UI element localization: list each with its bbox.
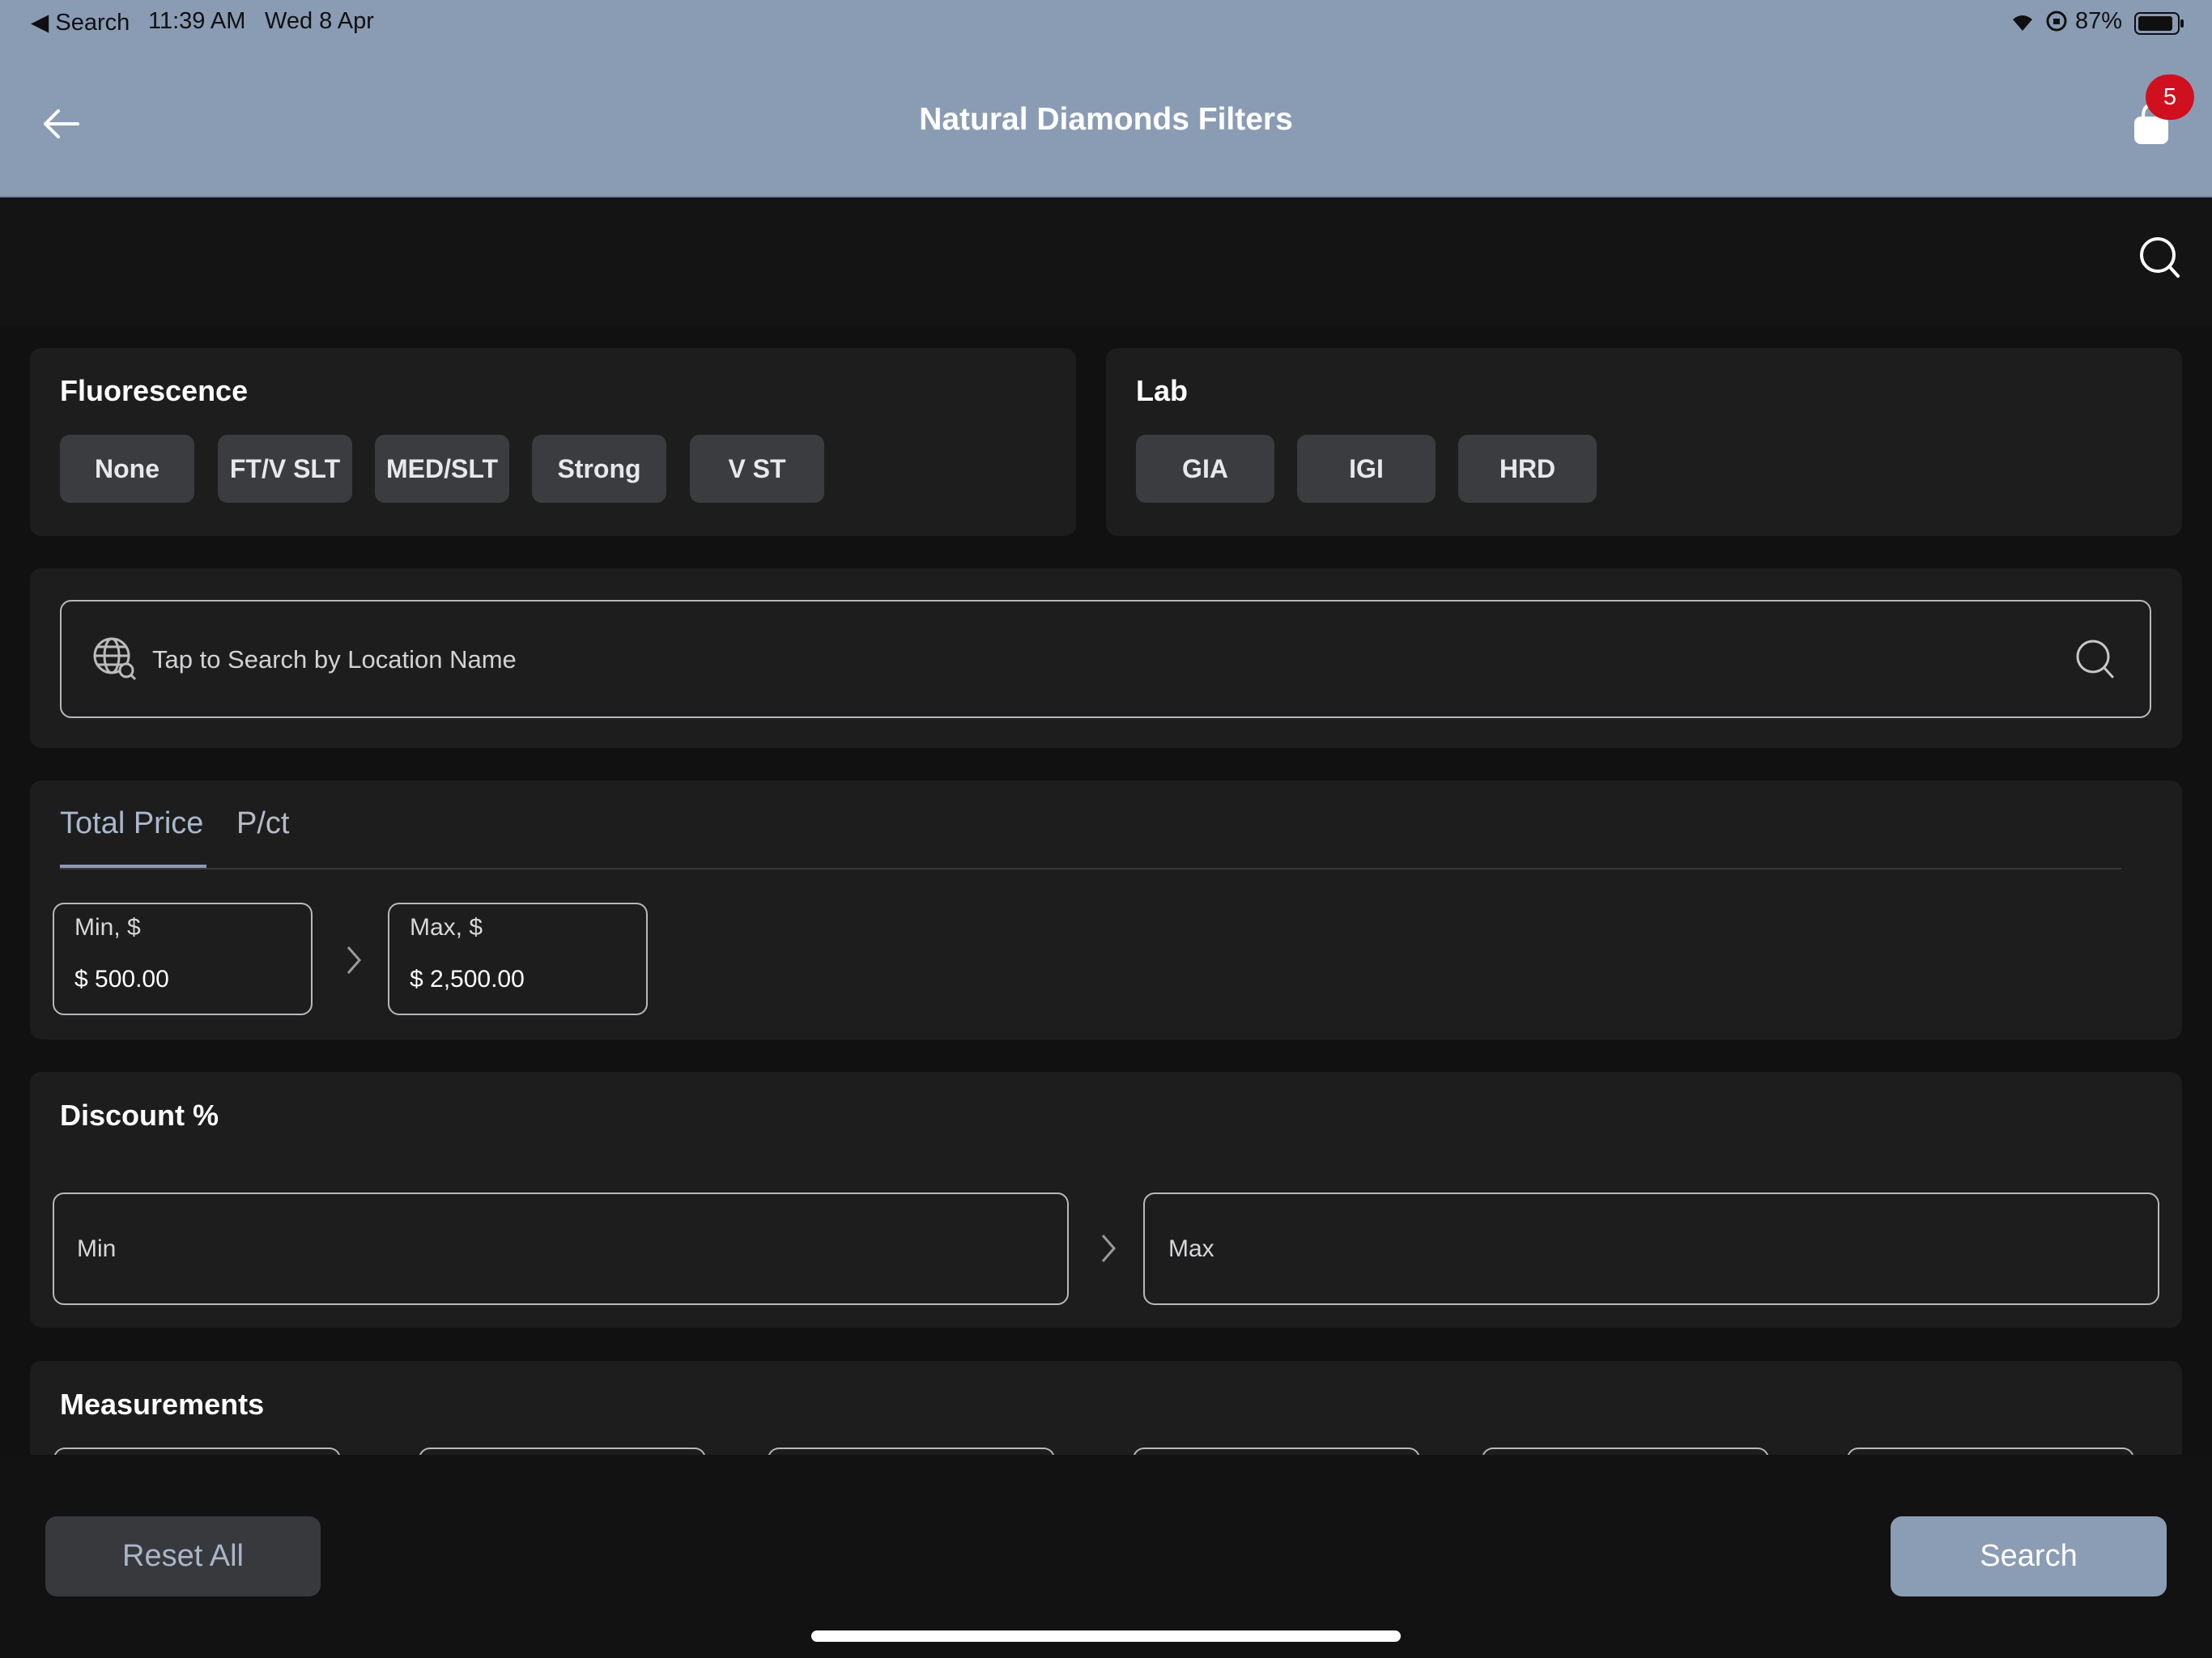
search-band <box>0 199 2212 325</box>
price-max-value: $ 2,500.00 <box>410 966 525 993</box>
cart-count-badge: 5 <box>2146 74 2194 120</box>
lab-option-gia[interactable]: GIA <box>1136 435 1274 503</box>
battery-percent: 87% <box>2075 8 2123 34</box>
fluorescence-option-none[interactable]: None <box>60 435 194 503</box>
status-date: Wed 8 Apr <box>265 8 374 34</box>
tab-total-price[interactable]: Total Price <box>60 806 203 841</box>
fluorescence-option-v-st[interactable]: V ST <box>690 435 824 503</box>
price-min-value: $ 500.00 <box>74 966 169 993</box>
chevron-right-icon <box>1098 1232 1119 1265</box>
status-back-app[interactable]: ◀ Search <box>31 8 130 36</box>
status-time: 11:39 AM <box>148 8 246 34</box>
fluorescence-option-ft-v-slt[interactable]: FT/V SLT <box>218 435 352 503</box>
chevron-right-icon <box>343 944 364 976</box>
price-max-label: Max, $ <box>410 914 483 941</box>
discount-max-placeholder: Max <box>1168 1235 1214 1262</box>
lab-title: Lab <box>1136 374 1189 407</box>
app-root: ◀ Search 11:39 AM Wed 8 Apr 87% Natural … <box>0 0 2212 1658</box>
discount-title: Discount % <box>60 1099 219 1132</box>
fluorescence-title: Fluorescence <box>60 374 249 407</box>
battery-icon <box>2134 11 2184 36</box>
home-indicator[interactable] <box>811 1630 1401 1642</box>
discount-max-input[interactable] <box>1143 1192 2159 1305</box>
reset-all-button[interactable]: Reset All <box>45 1516 321 1596</box>
globe-search-icon <box>92 636 138 682</box>
fluorescence-option-med-slt[interactable]: MED/SLT <box>375 435 509 503</box>
price-card <box>30 780 2182 1039</box>
status-back-app-label: Search <box>55 10 130 36</box>
lab-option-igi[interactable]: IGI <box>1297 435 1436 503</box>
price-min-label: Min, $ <box>74 914 141 941</box>
page-title: Natural Diamonds Filters <box>919 102 1293 137</box>
search-icon[interactable] <box>2138 235 2181 280</box>
lab-option-hrd[interactable]: HRD <box>1458 435 1597 503</box>
orientation-lock-icon <box>2045 10 2068 32</box>
wifi-icon <box>2010 10 2035 32</box>
back-triangle-icon: ◀ <box>31 10 49 36</box>
search-button[interactable]: Search <box>1891 1516 2167 1596</box>
measurements-title: Measurements <box>60 1388 265 1421</box>
discount-min-placeholder: Min <box>77 1235 117 1262</box>
location-search-icon[interactable] <box>2074 638 2115 680</box>
tab-per-carat[interactable]: P/ct <box>236 806 289 841</box>
tabs-divider <box>60 868 2121 869</box>
bottom-action-bar <box>0 1455 2212 1658</box>
discount-min-input[interactable] <box>53 1192 1069 1305</box>
location-search-placeholder: Tap to Search by Location Name <box>152 645 517 674</box>
fluorescence-option-strong[interactable]: Strong <box>532 435 666 503</box>
